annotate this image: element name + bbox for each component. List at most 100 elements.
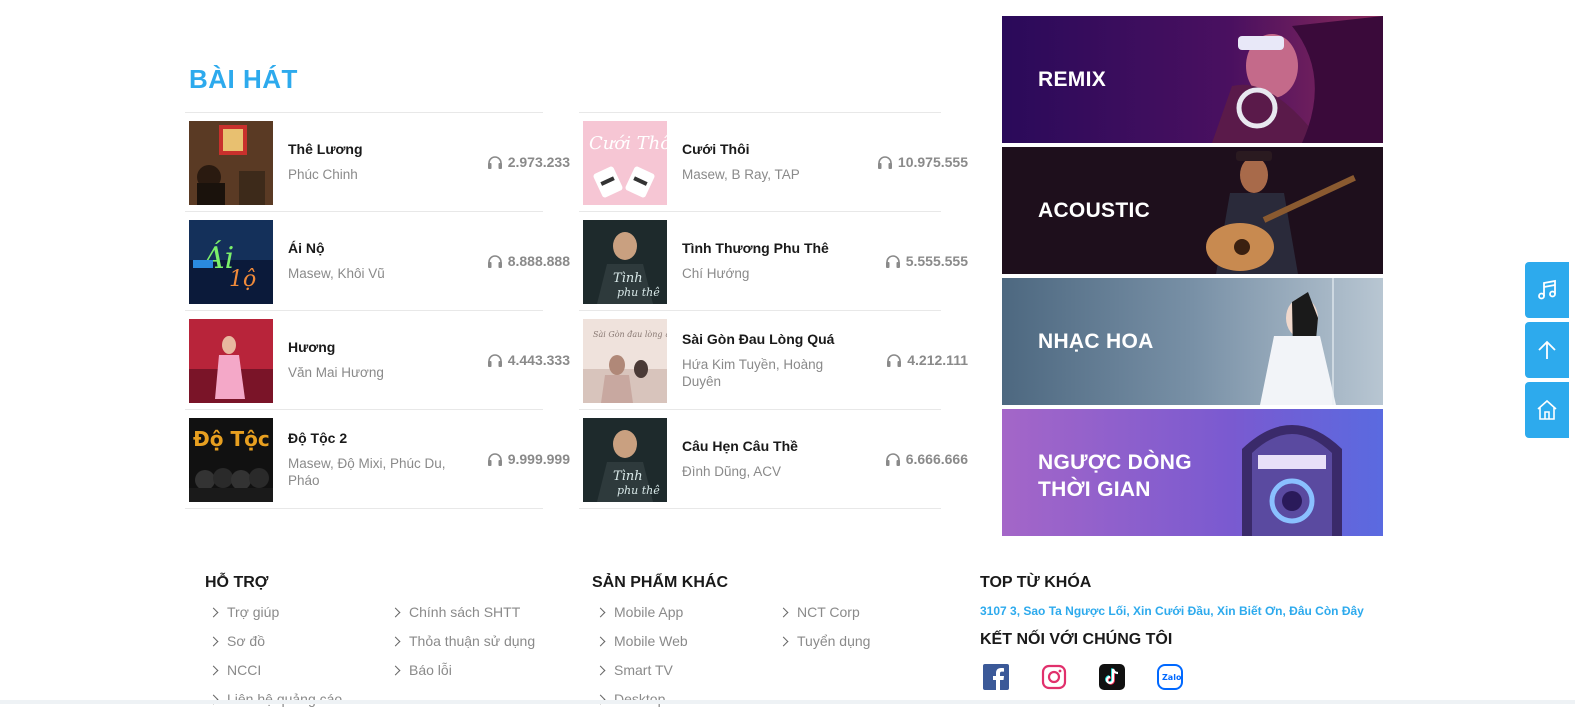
footer-link[interactable]: Smart TV: [614, 662, 673, 678]
scroll-top-button[interactable]: [1525, 322, 1569, 378]
banner-remix[interactable]: REMIX: [1002, 16, 1383, 143]
section-title: BÀI HÁT: [189, 64, 298, 94]
footer-link[interactable]: Thỏa thuận sử dụng: [409, 633, 535, 649]
instagram-icon: [1041, 664, 1067, 690]
headphones-icon: [487, 354, 502, 367]
footer-products-title: SẢN PHẨM KHÁC: [592, 574, 728, 591]
headphones-icon: [887, 354, 902, 367]
banner-label: NGƯỢC DÒNG THỜI GIAN: [1038, 451, 1192, 501]
song-row[interactable]: Tình phu thê Câu Hẹn Câu Thề Đình Dũng, A…: [579, 409, 968, 509]
song-row[interactable]: Ái 1ộ Ái Nộ Masew, Khôi Vũ 8.888.888: [185, 211, 570, 310]
song-artist[interactable]: Chí Hướng: [682, 265, 862, 282]
banner-label: NHẠC HOA: [1038, 330, 1154, 353]
footer-link[interactable]: Sơ đồ: [227, 633, 265, 649]
headphones-icon: [487, 156, 502, 169]
floating-side-buttons: [1525, 262, 1569, 442]
song-artist[interactable]: Đình Dũng, ACV: [682, 463, 862, 480]
listen-count: 4.212.111: [886, 311, 968, 409]
listen-count-value: 2.973.233: [507, 154, 570, 170]
svg-text:1ộ: 1ộ: [229, 267, 256, 292]
song-thumbnail[interactable]: Sài Gòn đau lòng quá: [583, 319, 667, 403]
banner-label: ACOUSTIC: [1038, 199, 1151, 222]
listen-count-value: 4.212.111: [907, 352, 968, 368]
footer-link[interactable]: Báo lỗi: [409, 662, 452, 678]
song-thumbnail[interactable]: Cưới Thôi: [583, 121, 667, 205]
listen-count: 8.888.888: [487, 212, 570, 310]
footer-link[interactable]: NCCI: [227, 662, 261, 678]
footer-link[interactable]: Liên hệ quảng cáo: [227, 691, 342, 707]
song-thumbnail[interactable]: Độ Tộc 2: [189, 418, 273, 502]
song-row[interactable]: Tình phu thê Tình Thương Phu Thê Chí Hướn…: [579, 211, 968, 310]
music-player-button[interactable]: [1525, 262, 1569, 318]
banner-nguoc-dong-thoi-gian[interactable]: NGƯỢC DÒNG THỜI GIAN: [1002, 409, 1383, 536]
arrow-up-icon: [1538, 340, 1556, 359]
song-title[interactable]: Tình Thương Phu Thê: [682, 240, 862, 256]
footer-support-title: HỖ TRỢ: [205, 574, 269, 591]
zalo-icon: Zalo: [1157, 664, 1183, 690]
song-title[interactable]: Độ Tộc 2: [288, 430, 468, 446]
song-row[interactable]: Hương Văn Mai Hương 4.443.333: [185, 310, 570, 409]
footer-link[interactable]: Desktop: [614, 691, 665, 707]
song-title[interactable]: Sài Gòn Đau Lòng Quá: [682, 331, 862, 347]
headphones-icon: [885, 453, 900, 466]
song-thumbnail[interactable]: [189, 319, 273, 403]
facebook-link[interactable]: [983, 664, 1009, 690]
footer-keywords-title: TOP TỪ KHÓA: [980, 574, 1092, 591]
song-artist[interactable]: Masew, Độ Mixi, Phúc Du, Pháo: [288, 455, 468, 489]
song-row[interactable]: Sài Gòn đau lòng quá Sài Gòn Đau Lòng Qu…: [579, 310, 968, 409]
footer-link[interactable]: Mobile Web: [614, 633, 688, 649]
music-note-icon: [1538, 279, 1556, 300]
svg-text:Độ Tộc 2: Độ Tộc 2: [193, 427, 273, 451]
tiktok-icon: [1099, 664, 1125, 690]
song-artist[interactable]: Hứa Kim Tuyền, Hoàng Duyên: [682, 356, 862, 390]
svg-text:Cưới Thôi: Cưới Thôi: [589, 133, 667, 154]
song-row[interactable]: Độ Tộc 2 Độ Tộc 2 Masew, Độ Mixi, Phúc D…: [185, 409, 570, 509]
tiktok-link[interactable]: [1099, 664, 1125, 690]
zalo-link[interactable]: Zalo: [1157, 664, 1183, 690]
listen-count: 4.443.333: [487, 311, 570, 409]
footer-link[interactable]: Tuyển dụng: [797, 633, 870, 649]
song-title[interactable]: Ái Nộ: [288, 240, 468, 256]
svg-text:Tình: Tình: [613, 271, 643, 286]
listen-count-value: 8.888.888: [507, 253, 570, 269]
headphones-icon: [487, 255, 502, 268]
footer-link[interactable]: Mobile App: [614, 604, 683, 620]
song-artist[interactable]: Phúc Chinh: [288, 166, 468, 183]
song-artist[interactable]: Masew, B Ray, TAP: [682, 166, 862, 183]
song-title[interactable]: Hương: [288, 339, 468, 355]
song-thumbnail[interactable]: Tình phu thê: [583, 418, 667, 502]
song-title[interactable]: Thê Lương: [288, 141, 468, 157]
listen-count: 9.999.999: [487, 410, 570, 508]
top-keywords[interactable]: 3107 3, Sao Ta Ngược Lối, Xin Cưới Đầu, …: [980, 604, 1364, 618]
song-thumbnail[interactable]: Ái 1ộ: [189, 220, 273, 304]
home-icon: [1537, 399, 1557, 420]
svg-text:Sài Gòn đau lòng quá: Sài Gòn đau lòng quá: [593, 330, 667, 339]
listen-count: 5.555.555: [885, 212, 968, 310]
footer: HỖ TRỢ Trợ giúp Sơ đồ NCCI Liên hệ quảng…: [0, 572, 1575, 707]
svg-text:phu thê: phu thê: [617, 484, 660, 497]
song-thumbnail[interactable]: Tình phu thê: [583, 220, 667, 304]
footer-link[interactable]: Chính sách SHTT: [409, 604, 520, 620]
facebook-icon: [983, 664, 1009, 690]
song-row[interactable]: Cưới Thôi Cưới Thôi Masew, B Ray, TAP 10…: [579, 112, 968, 211]
song-thumbnail[interactable]: [189, 121, 273, 205]
home-button[interactable]: [1525, 382, 1569, 438]
page-bottom-edge: [0, 700, 1575, 704]
footer-connect-title: KẾT NỐI VỚI CHÚNG TÔI: [980, 631, 1173, 648]
footer-link[interactable]: NCT Corp: [797, 604, 860, 620]
song-list-left: Thê Lương Phúc Chinh 2.973.233 Ái 1ộ Ái N…: [185, 112, 570, 509]
banner-acoustic[interactable]: ACOUSTIC: [1002, 147, 1383, 274]
listen-count: 10.975.555: [877, 113, 968, 211]
svg-text:Tình: Tình: [613, 469, 643, 484]
footer-link[interactable]: Trợ giúp: [227, 604, 279, 620]
listen-count-value: 6.666.666: [905, 451, 968, 467]
headphones-icon: [487, 453, 502, 466]
song-title[interactable]: Câu Hẹn Câu Thề: [682, 438, 862, 454]
song-artist[interactable]: Masew, Khôi Vũ: [288, 265, 468, 282]
song-title[interactable]: Cưới Thôi: [682, 141, 862, 157]
song-artist[interactable]: Văn Mai Hương: [288, 364, 468, 381]
banner-nhac-hoa[interactable]: NHẠC HOA: [1002, 278, 1383, 405]
listen-count-value: 4.443.333: [507, 352, 570, 368]
song-row[interactable]: Thê Lương Phúc Chinh 2.973.233: [185, 112, 570, 211]
instagram-link[interactable]: [1041, 664, 1067, 690]
